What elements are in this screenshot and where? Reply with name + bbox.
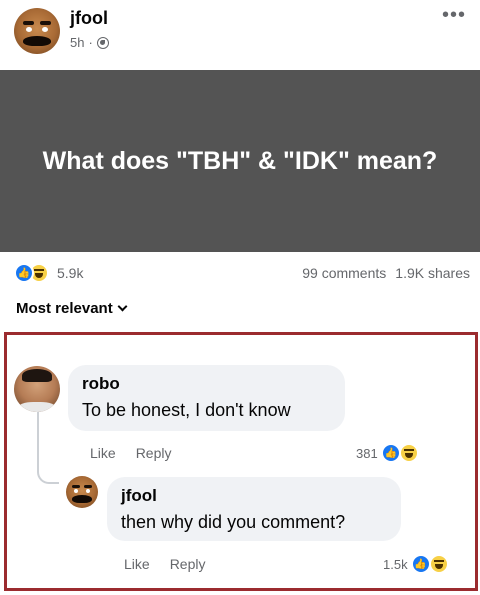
reply-author-avatar[interactable] [66, 476, 98, 508]
author-avatar[interactable] [14, 8, 60, 54]
comment-reactions[interactable]: 381 👍 [356, 443, 419, 463]
like-reaction-icon: 👍 [14, 263, 34, 283]
haha-reaction-icon [428, 554, 449, 574]
reaction-count[interactable]: 5.9k [57, 265, 83, 281]
comment-bubble: robo To be honest, I don't know [68, 365, 345, 431]
commenter-avatar[interactable] [14, 366, 60, 412]
chevron-down-icon [117, 301, 128, 312]
post-banner: What does "TBH" & "IDK" mean? [0, 70, 480, 252]
comment-sort-dropdown[interactable]: Most relevant [16, 300, 128, 317]
reply-reactions[interactable]: 1.5k 👍 [383, 554, 449, 574]
post-author-name[interactable]: jfool [70, 8, 108, 29]
reply-text: then why did you comment? [121, 512, 346, 532]
haha-reaction-icon [398, 443, 419, 463]
comment-sort-label: Most relevant [16, 300, 113, 317]
separator-dot: · [88, 35, 93, 50]
comment-reaction-count: 381 [356, 445, 378, 461]
reactions-bar: 👍 5.9k 99 comments 1.9K shares [0, 258, 480, 288]
post-time[interactable]: 5h [70, 35, 84, 50]
like-button[interactable]: Like [124, 556, 150, 572]
post-meta: 5h · [70, 35, 109, 50]
reply-bubble: jfool then why did you comment? [107, 477, 401, 541]
more-options-icon[interactable]: ••• [442, 5, 466, 25]
like-button[interactable]: Like [90, 445, 116, 461]
comments-count[interactable]: 99 comments [302, 265, 386, 281]
post-banner-text: What does "TBH" & "IDK" mean? [42, 146, 438, 175]
reply-reaction-count: 1.5k [383, 556, 408, 572]
shares-count[interactable]: 1.9K shares [395, 265, 470, 281]
comment-actions: Like Reply [90, 445, 171, 461]
comment-text: To be honest, I don't know [82, 400, 291, 420]
post-header: jfool 5h · ••• [0, 0, 480, 70]
like-reaction-icon: 👍 [410, 554, 431, 574]
reply-author[interactable]: jfool [121, 486, 157, 506]
reply-actions: Like Reply [124, 556, 205, 572]
post-stats: 99 comments 1.9K shares [302, 265, 470, 281]
reply-thread-line [37, 412, 59, 484]
reply-button[interactable]: Reply [170, 556, 206, 572]
reaction-icons[interactable]: 👍 [14, 263, 49, 283]
reply-button[interactable]: Reply [136, 445, 172, 461]
comment-author[interactable]: robo [82, 374, 120, 394]
globe-icon [96, 36, 109, 49]
like-reaction-icon: 👍 [380, 443, 401, 463]
